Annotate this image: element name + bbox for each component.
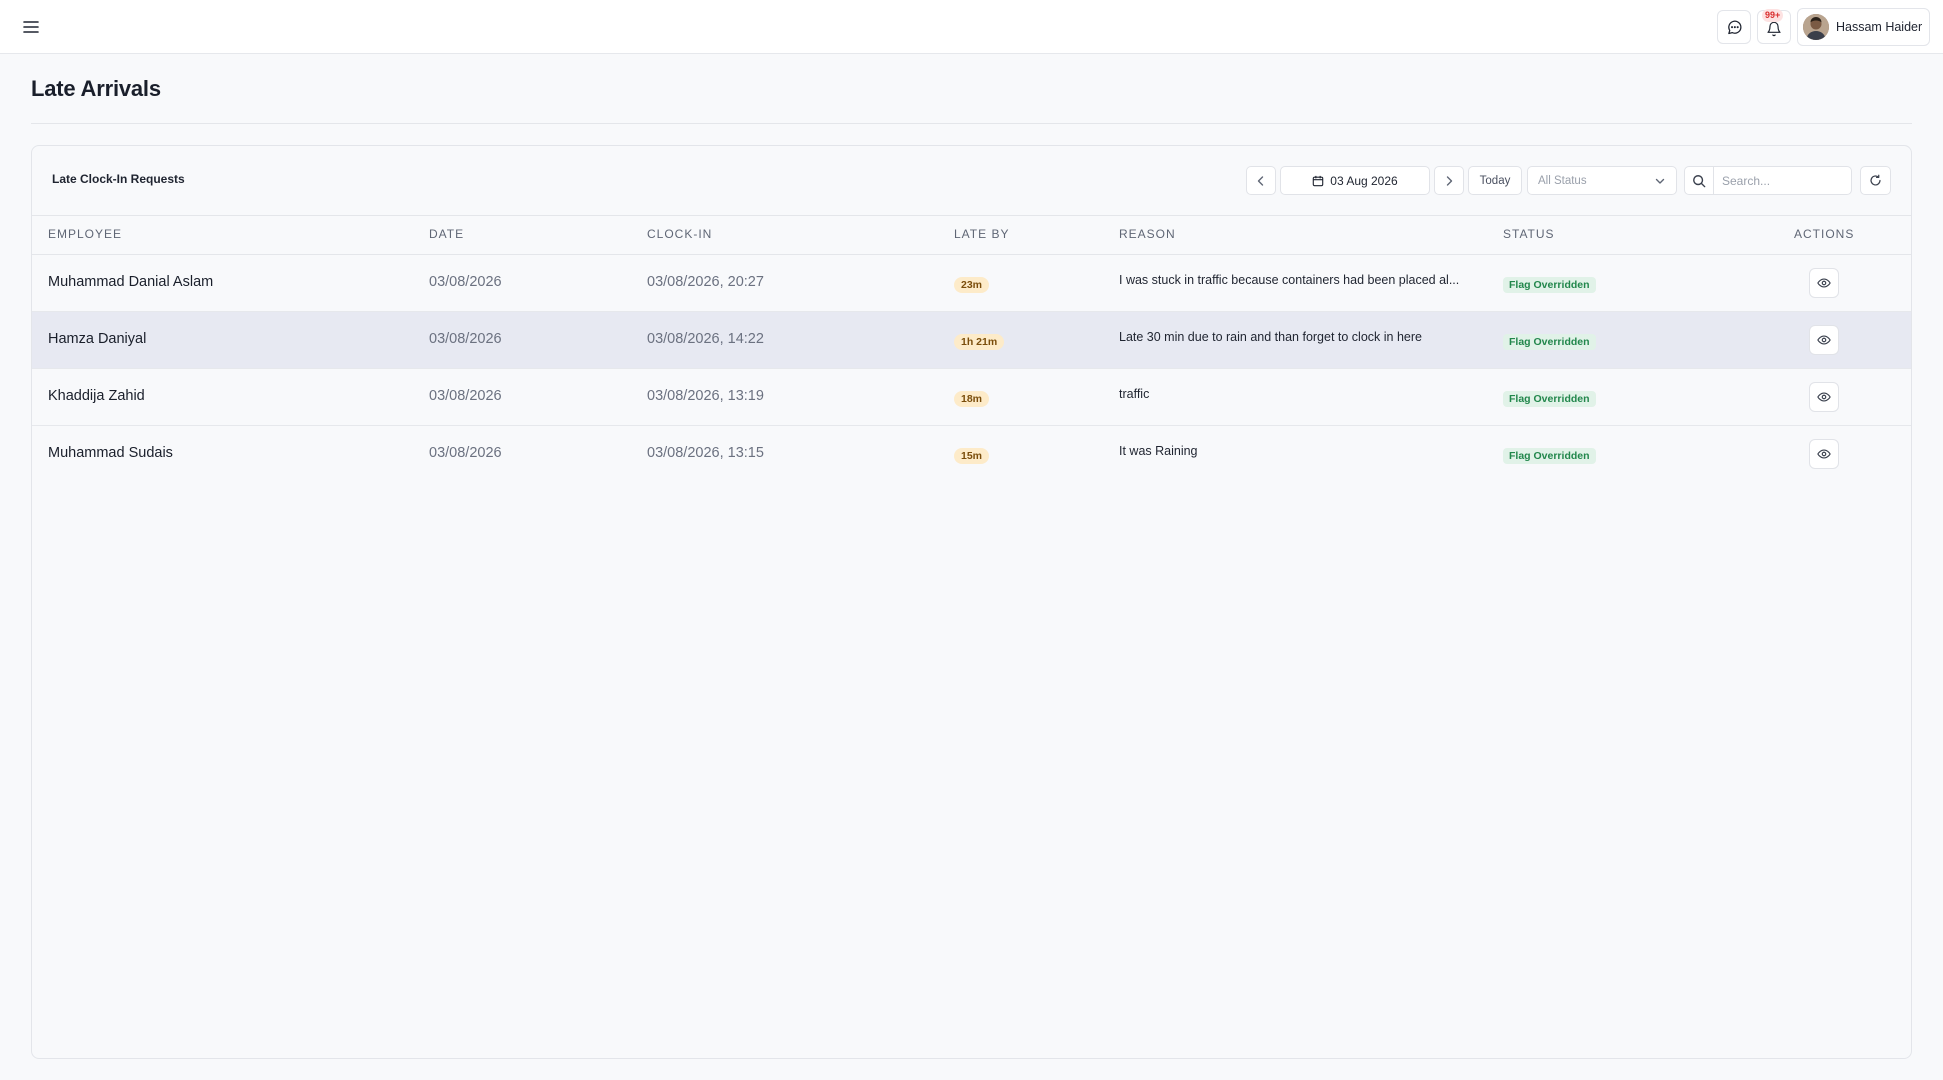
status-badge: Flag Overridden [1503, 334, 1596, 350]
chevron-left-icon [1255, 175, 1267, 187]
view-button[interactable] [1809, 268, 1839, 298]
clock-in-time: 03/08/2026, 13:15 [647, 445, 764, 461]
table-row[interactable]: Hamza Daniyal 03/08/2026 03/08/2026, 14:… [32, 312, 1911, 369]
eye-icon [1817, 335, 1831, 345]
title-divider [31, 123, 1912, 124]
late-by-badge: 23m [954, 277, 990, 293]
column-header-employee[interactable]: EMPLOYEE [48, 227, 122, 241]
next-date-button[interactable] [1434, 166, 1464, 195]
card-title: Late Clock-In Requests [52, 172, 185, 186]
request-date: 03/08/2026 [429, 445, 502, 461]
user-menu-button[interactable]: Hassam Haider [1797, 8, 1930, 46]
clock-in-time: 03/08/2026, 20:27 [647, 274, 764, 290]
page-title: Late Arrivals [31, 76, 161, 101]
eye-icon [1817, 392, 1831, 402]
status-badge: Flag Overridden [1503, 448, 1596, 464]
refresh-button[interactable] [1860, 166, 1891, 195]
employee-name: Khaddija Zahid [48, 388, 145, 404]
column-header-reason[interactable]: REASON [1119, 227, 1176, 241]
clock-in-time: 03/08/2026, 13:19 [647, 388, 764, 404]
status-filter-value: All Status [1538, 174, 1587, 187]
view-button[interactable] [1809, 382, 1839, 412]
column-header-late-by[interactable]: LATE BY [954, 227, 1009, 241]
hamburger-menu-icon[interactable] [18, 14, 44, 40]
previous-date-button[interactable] [1246, 166, 1276, 195]
status-filter-select[interactable]: All Status [1527, 166, 1677, 195]
top-bar: 99+ Hassam Haider [0, 0, 1943, 54]
employee-name: Muhammad Danial Aslam [48, 274, 214, 290]
search-icon[interactable] [1685, 167, 1714, 194]
table-row[interactable]: Khaddija Zahid 03/08/2026 03/08/2026, 13… [32, 369, 1911, 426]
late-clock-in-card: Late Clock-In Requests 03 Aug 2026 Today… [31, 145, 1912, 1059]
chat-bubble-icon [1726, 19, 1743, 36]
clock-in-time: 03/08/2026, 14:22 [647, 331, 764, 347]
request-date: 03/08/2026 [429, 274, 502, 290]
today-button[interactable]: Today [1468, 166, 1522, 195]
chat-button[interactable] [1717, 10, 1751, 44]
eye-icon [1817, 449, 1831, 459]
date-picker-button[interactable]: 03 Aug 2026 [1280, 166, 1430, 195]
selected-date: 03 Aug 2026 [1330, 173, 1398, 188]
calendar-icon [1312, 175, 1324, 187]
status-badge: Flag Overridden [1503, 391, 1596, 407]
chevron-right-icon [1443, 175, 1455, 187]
request-date: 03/08/2026 [429, 388, 502, 404]
table-row[interactable]: Muhammad Danial Aslam 03/08/2026 03/08/2… [32, 255, 1911, 312]
column-header-date[interactable]: DATE [429, 227, 464, 241]
employee-name: Muhammad Sudais [48, 445, 173, 461]
refresh-icon [1869, 174, 1882, 187]
bell-icon [1766, 21, 1782, 37]
table-row[interactable]: Muhammad Sudais 03/08/2026 03/08/2026, 1… [32, 426, 1911, 483]
eye-icon [1817, 278, 1831, 288]
column-header-actions: ACTIONS [1794, 227, 1855, 241]
reason-text: It was Raining [1119, 444, 1198, 458]
view-button[interactable] [1809, 439, 1839, 469]
search-box [1684, 166, 1852, 195]
search-input[interactable] [1714, 167, 1844, 194]
reason-text: Late 30 min due to rain and than forget … [1119, 330, 1422, 344]
reason-text: I was stuck in traffic because container… [1119, 273, 1460, 287]
employee-name: Hamza Daniyal [48, 331, 147, 347]
column-header-clock-in[interactable]: CLOCK-IN [647, 227, 712, 241]
chevron-down-icon [1654, 175, 1666, 187]
avatar [1803, 14, 1829, 40]
late-by-badge: 1h 21m [954, 334, 1005, 350]
late-by-badge: 15m [954, 448, 990, 464]
view-button[interactable] [1809, 325, 1839, 355]
column-header-status: STATUS [1503, 227, 1555, 241]
request-date: 03/08/2026 [429, 331, 502, 347]
reason-text: traffic [1119, 387, 1150, 401]
header-divider [32, 215, 1911, 216]
user-name: Hassam Haider [1836, 20, 1923, 34]
status-badge: Flag Overridden [1503, 277, 1596, 293]
late-by-badge: 18m [954, 391, 990, 407]
notification-count-badge: 99+ [1762, 9, 1784, 22]
